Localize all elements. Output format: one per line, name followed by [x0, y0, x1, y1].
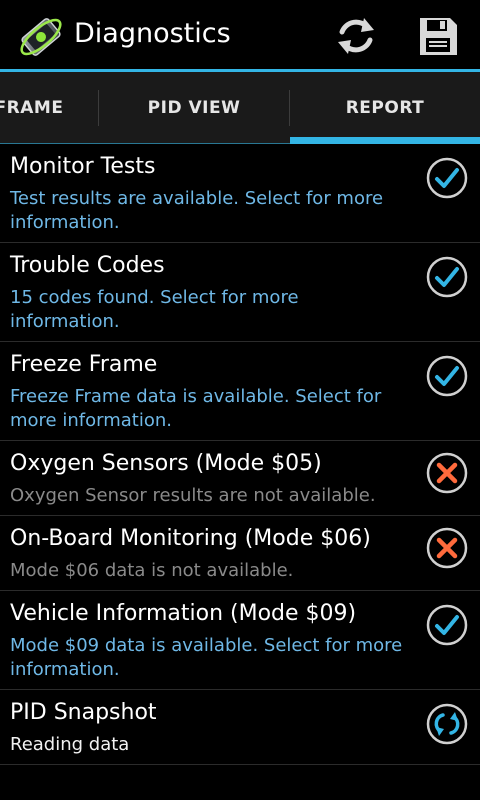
check-circle-icon — [426, 604, 468, 646]
list-item-title: PID Snapshot — [10, 700, 157, 725]
report-list: Monitor Tests Test results are available… — [0, 144, 480, 765]
app-title: Diagnostics — [74, 18, 231, 49]
list-item-trouble-codes[interactable]: Trouble Codes 15 codes found. Select for… — [0, 243, 480, 342]
tab-pid-view[interactable]: PID VIEW — [99, 72, 289, 144]
list-item-title: Freeze Frame — [10, 352, 158, 377]
list-item-pid-snapshot[interactable]: PID Snapshot Reading data — [0, 690, 480, 765]
x-circle-icon — [426, 452, 468, 494]
tab-frame[interactable]: FRAME — [0, 72, 98, 144]
check-circle-icon — [426, 256, 468, 298]
refresh-icon[interactable] — [330, 10, 382, 62]
list-item-on-board-monitoring[interactable]: On-Board Monitoring (Mode $06) Mode $06 … — [0, 516, 480, 591]
list-item-subtitle: Reading data — [10, 734, 130, 755]
check-circle-icon — [426, 157, 468, 199]
list-item-subtitle: Oxygen Sensor results are not available. — [10, 485, 376, 506]
loading-circle-icon — [426, 703, 468, 745]
check-circle-icon — [426, 355, 468, 397]
list-item-subtitle: Freeze Frame data is available. Select f… — [10, 386, 382, 431]
list-item-title: Oxygen Sensors (Mode $05) — [10, 451, 322, 476]
list-item-subtitle: 15 codes found. Select for more informat… — [10, 287, 299, 332]
app-logo-icon[interactable] — [14, 10, 68, 64]
action-bar: Diagnostics — [0, 0, 480, 72]
list-item-subtitle: Mode $06 data is not available. — [10, 560, 294, 581]
list-item-title: On-Board Monitoring (Mode $06) — [10, 526, 371, 551]
list-item-subtitle: Test results are available. Select for m… — [10, 188, 384, 233]
save-icon[interactable] — [412, 10, 464, 62]
x-circle-icon — [426, 527, 468, 569]
list-item-title: Trouble Codes — [10, 253, 165, 278]
list-item-title: Vehicle Information (Mode $09) — [10, 601, 357, 626]
list-item-monitor-tests[interactable]: Monitor Tests Test results are available… — [0, 144, 480, 243]
tab-report[interactable]: REPORT — [290, 72, 480, 144]
list-item-oxygen-sensors[interactable]: Oxygen Sensors (Mode $05) Oxygen Sensor … — [0, 441, 480, 516]
list-item-vehicle-information[interactable]: Vehicle Information (Mode $09) Mode $09 … — [0, 591, 480, 690]
list-item-subtitle: Mode $09 data is available. Select for m… — [10, 635, 403, 680]
list-item-freeze-frame[interactable]: Freeze Frame Freeze Frame data is availa… — [0, 342, 480, 441]
tab-bar: FRAME PID VIEW REPORT — [0, 72, 480, 144]
list-item-title: Monitor Tests — [10, 154, 156, 179]
